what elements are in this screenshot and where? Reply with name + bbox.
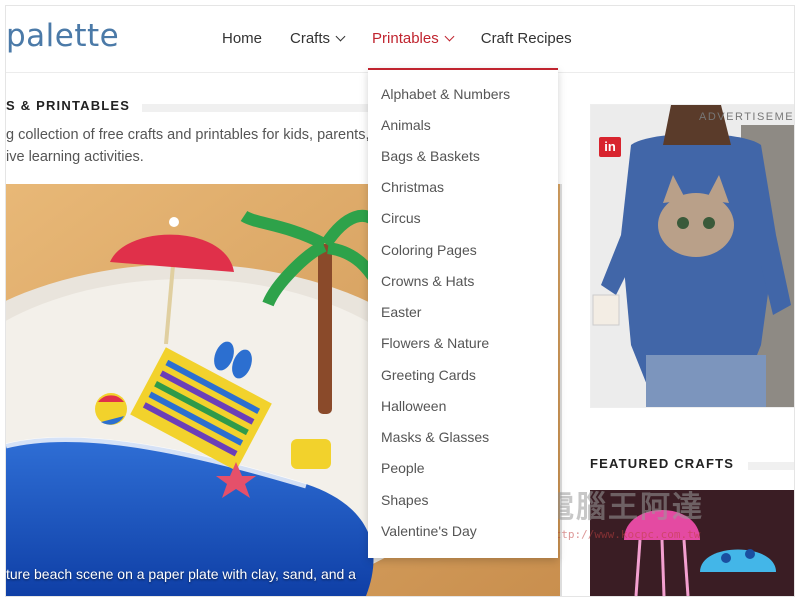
- ad-label: ADVERTISEMENT: [699, 111, 794, 123]
- dropdown-item-circus[interactable]: Circus: [381, 210, 421, 226]
- intro-line-2: ive learning activities.: [6, 149, 144, 165]
- nav-craft-recipes[interactable]: Craft Recipes: [481, 30, 572, 47]
- dropdown-item-greeting-cards[interactable]: Greeting Cards: [381, 367, 476, 383]
- jellyfish-craft-illustration: [590, 490, 794, 596]
- site-logo[interactable]: palette: [6, 18, 119, 54]
- nav-printables[interactable]: Printables: [372, 30, 455, 47]
- section-divider: [142, 104, 374, 112]
- dropdown-item-shapes[interactable]: Shapes: [381, 492, 428, 508]
- dropdown-item-bags-baskets[interactable]: Bags & Baskets: [381, 148, 480, 164]
- hero-edge: [560, 184, 562, 596]
- hero-caption: ture beach scene on a paper plate with c…: [6, 566, 356, 582]
- main-nav: Home Crafts Printables Craft Recipes: [222, 30, 600, 47]
- dropdown-item-alphabet-numbers[interactable]: Alphabet & Numbers: [381, 86, 510, 102]
- dropdown-item-flowers-nature[interactable]: Flowers & Nature: [381, 335, 489, 351]
- dropdown-item-christmas[interactable]: Christmas: [381, 179, 444, 195]
- browser-viewport: palette Home Crafts Printables Craft Rec…: [6, 6, 794, 596]
- nav-home-label: Home: [222, 30, 263, 47]
- dropdown-item-animals[interactable]: Animals: [381, 117, 431, 133]
- nav-craft-recipes-label: Craft Recipes: [480, 30, 572, 47]
- featured-craft-image[interactable]: [590, 490, 794, 596]
- chevron-down-icon: [335, 31, 346, 42]
- advertisement[interactable]: ADVERTISEMENT in: [590, 104, 794, 408]
- printables-dropdown: Alphabet & Numbers Animals Bags & Basket…: [368, 68, 558, 558]
- nav-printables-label: Printables: [372, 30, 439, 47]
- ad-image: [591, 105, 794, 407]
- section-title: S & PRINTABLES: [6, 98, 131, 113]
- featured-crafts-title: FEATURED CRAFTS: [590, 456, 735, 471]
- dropdown-item-coloring-pages[interactable]: Coloring Pages: [381, 242, 477, 258]
- dropdown-item-masks-glasses[interactable]: Masks & Glasses: [381, 429, 489, 445]
- dropdown-item-valentines-day[interactable]: Valentine's Day: [381, 523, 477, 539]
- nav-crafts-label: Crafts: [290, 30, 331, 47]
- dropdown-item-easter[interactable]: Easter: [381, 304, 421, 320]
- chevron-down-icon: [444, 31, 455, 42]
- dropdown-item-people[interactable]: People: [381, 460, 425, 476]
- nav-home[interactable]: Home: [222, 30, 262, 47]
- intro-text: g collection of free crafts and printabl…: [6, 124, 386, 168]
- intro-line-1: g collection of free crafts and printabl…: [6, 127, 370, 143]
- site-header: palette Home Crafts Printables Craft Rec…: [6, 6, 794, 73]
- nav-crafts[interactable]: Crafts: [290, 30, 346, 47]
- ad-brand-icon[interactable]: in: [599, 137, 621, 157]
- featured-divider: [748, 462, 794, 470]
- dropdown-item-halloween[interactable]: Halloween: [381, 398, 446, 414]
- dropdown-item-crowns-hats[interactable]: Crowns & Hats: [381, 273, 474, 289]
